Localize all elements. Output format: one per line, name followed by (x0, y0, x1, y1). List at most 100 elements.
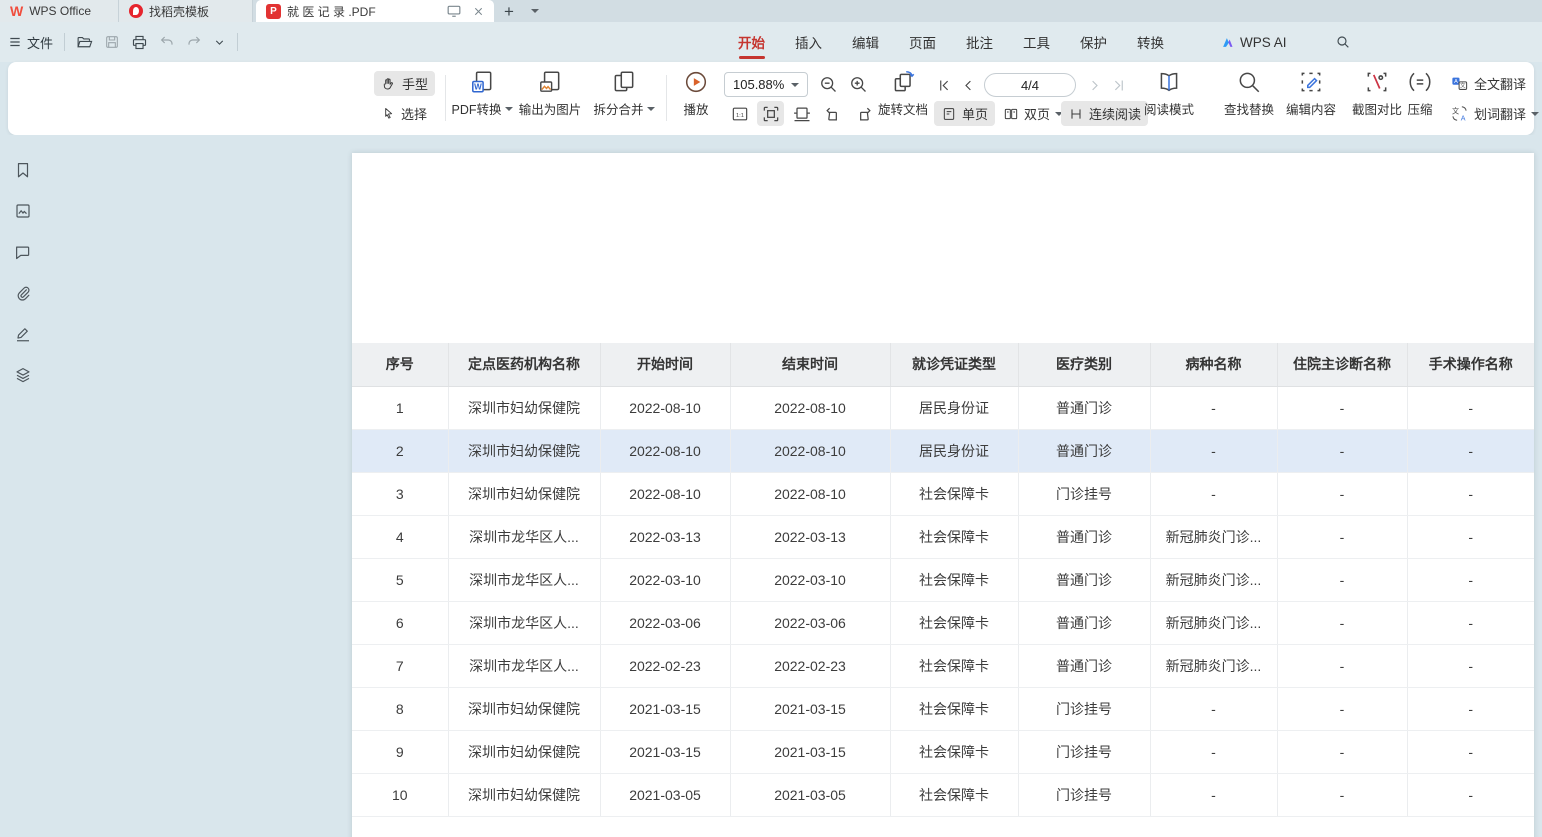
screenshot-compare-label: 截图对比 (1352, 99, 1402, 118)
table-cell: - (1407, 687, 1534, 730)
column-header: 就诊凭证类型 (890, 343, 1018, 386)
last-page-icon[interactable] (1108, 73, 1128, 97)
comment-icon[interactable] (14, 243, 32, 261)
word-translate-button[interactable]: 文A 划词翻译 (1450, 101, 1539, 126)
column-header: 序号 (352, 343, 448, 386)
file-menu-button[interactable]: 文件 (8, 33, 53, 52)
present-to-screen-icon[interactable] (447, 5, 461, 17)
menu-item-3[interactable]: 编辑 (852, 22, 879, 62)
full-translate-icon: A文 (1450, 74, 1469, 93)
table-cell: - (1150, 773, 1277, 816)
rotate-document-button[interactable]: 旋转文档 (870, 69, 936, 118)
chevron-down-icon (791, 82, 799, 88)
undo-icon[interactable] (159, 34, 175, 50)
table-cell: - (1150, 730, 1277, 773)
table-cell: - (1150, 429, 1277, 472)
first-page-icon[interactable] (934, 73, 954, 97)
continuous-reading-toggle[interactable]: 连续阅读 (1061, 101, 1148, 126)
signature-icon[interactable] (14, 325, 32, 343)
table-cell: 2022-03-06 (600, 601, 730, 644)
quickbar-chevron-icon[interactable] (213, 36, 226, 49)
table-cell: 社会保障卡 (890, 558, 1018, 601)
file-menu-label: 文件 (27, 33, 53, 52)
svg-text:A: A (1461, 115, 1466, 123)
tab-label: 找稻壳模板 (149, 3, 209, 20)
table-row: 6深圳市龙华区人...2022-03-062022-03-06社会保障卡普通门诊… (352, 601, 1534, 644)
menu-item-4[interactable]: 页面 (909, 22, 936, 62)
bookmark-icon[interactable] (14, 161, 32, 179)
table-cell: 2022-03-06 (730, 601, 890, 644)
ribbon-toolbar: 手型 选择 W PDF转换 输出为图片 拆分合并 播放 105.88% 1:1 … (8, 62, 1534, 135)
fit-width-icon[interactable] (788, 101, 815, 126)
divider (64, 33, 65, 51)
hamburger-icon (8, 35, 22, 49)
edit-content-button[interactable]: 编辑内容 (1278, 69, 1344, 118)
page-indicator-box[interactable] (984, 73, 1076, 97)
table-cell: 2022-03-10 (730, 558, 890, 601)
close-tab-icon[interactable] (473, 6, 484, 17)
full-translate-button[interactable]: A文 全文翻译 (1450, 71, 1526, 96)
tab-label: WPS Office (29, 4, 91, 18)
docer-logo-icon (129, 4, 143, 18)
next-page-icon[interactable] (1084, 73, 1104, 97)
select-tool-button[interactable]: 选择 (374, 101, 434, 126)
redo-icon[interactable] (186, 34, 202, 50)
table-cell: 10 (352, 773, 448, 816)
table-cell: 2021-03-05 (600, 773, 730, 816)
play-button[interactable]: 播放 (672, 69, 720, 118)
double-page-toggle[interactable]: 双页 (996, 101, 1070, 126)
tab-docer-templates[interactable]: 找稻壳模板 (119, 0, 253, 22)
print-icon[interactable] (131, 34, 148, 51)
previous-page-icon[interactable] (958, 73, 978, 97)
menu-item-6[interactable]: 工具 (1023, 22, 1050, 62)
open-file-icon[interactable] (76, 34, 93, 51)
pdf-page[interactable]: 序号定点医药机构名称开始时间结束时间就诊凭证类型医疗类别病种名称住院主诊断名称手… (352, 153, 1534, 837)
table-cell: 2022-08-10 (600, 386, 730, 429)
table-cell: - (1407, 730, 1534, 773)
chevron-down-icon (1531, 111, 1539, 117)
page-indicator-input[interactable] (985, 74, 1075, 96)
table-cell: 2022-08-10 (600, 472, 730, 515)
menu-item-2[interactable]: 插入 (795, 22, 822, 62)
actual-size-icon[interactable]: 1:1 (726, 101, 753, 126)
attachment-icon[interactable] (14, 284, 32, 302)
table-cell: - (1407, 515, 1534, 558)
table-cell: 2021-03-15 (730, 730, 890, 773)
read-mode-button[interactable]: 阅读模式 (1138, 69, 1200, 118)
table-cell: 普通门诊 (1018, 601, 1150, 644)
layers-icon[interactable] (14, 366, 32, 384)
find-replace-button[interactable]: 查找替换 (1216, 69, 1282, 118)
zoom-level-select[interactable]: 105.88% (724, 72, 808, 97)
single-page-toggle[interactable]: 单页 (934, 101, 995, 126)
table-cell: 社会保障卡 (890, 601, 1018, 644)
table-cell: 社会保障卡 (890, 644, 1018, 687)
menu-item-7[interactable]: 保护 (1080, 22, 1107, 62)
thumbnails-icon[interactable] (14, 202, 32, 220)
zoom-out-icon[interactable] (818, 74, 839, 95)
hand-tool-label: 手型 (402, 74, 428, 93)
continuous-reading-label: 连续阅读 (1089, 104, 1141, 123)
table-cell: 2022-08-10 (600, 429, 730, 472)
wps-ai-button[interactable]: WPS AI (1220, 35, 1287, 50)
compress-button[interactable]: 压缩 (1398, 69, 1442, 118)
save-icon[interactable] (104, 34, 120, 50)
new-tab-button[interactable]: + (494, 0, 524, 22)
menu-search-icon[interactable] (1335, 34, 1351, 50)
zoom-level-value: 105.88% (733, 77, 784, 92)
table-cell: 深圳市妇幼保健院 (448, 773, 600, 816)
fit-page-icon[interactable] (757, 101, 784, 126)
tab-list-chevron-icon[interactable] (524, 0, 546, 22)
zoom-in-icon[interactable] (848, 74, 869, 95)
export-image-button[interactable]: 输出为图片 (508, 69, 592, 118)
menu-item-8[interactable]: 转换 (1137, 22, 1164, 62)
table-cell: 2022-08-10 (730, 386, 890, 429)
menu-item-1[interactable]: 开始 (738, 22, 765, 62)
tab-document-pdf[interactable]: P 就 医 记 录 .PDF (256, 0, 494, 22)
hand-tool-button[interactable]: 手型 (374, 71, 435, 96)
edit-content-icon (1298, 69, 1324, 95)
split-merge-button[interactable]: 拆分合并 (584, 69, 664, 118)
compress-icon (1407, 69, 1433, 95)
rotate-left-icon[interactable] (819, 101, 846, 126)
tab-wps-office[interactable]: W WPS Office (0, 0, 119, 22)
menu-item-5[interactable]: 批注 (966, 22, 993, 62)
